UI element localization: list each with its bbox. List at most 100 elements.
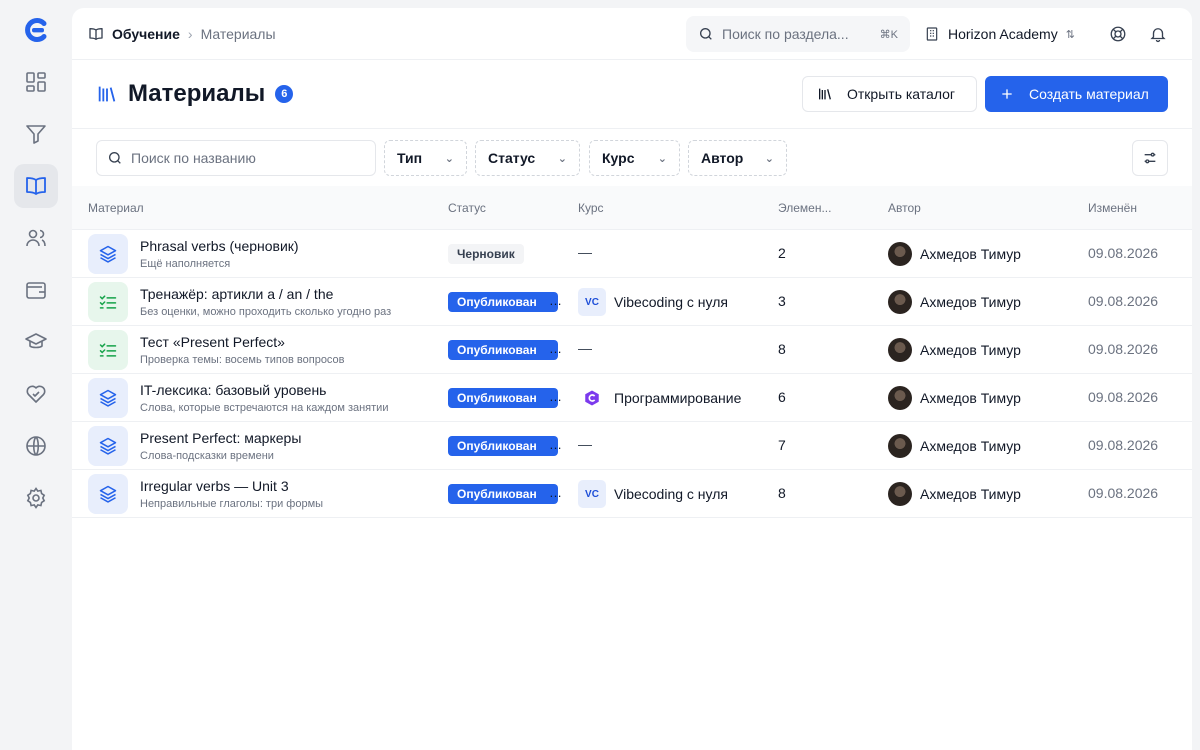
status-badge: Черновик [448, 244, 524, 264]
author: Ахмедов Тимур [888, 434, 1021, 458]
checklist-icon [88, 330, 128, 370]
wallet-icon[interactable] [14, 268, 58, 312]
col-course[interactable]: Курс [578, 201, 604, 215]
type-filter-label: Тип [397, 150, 423, 166]
breadcrumb: Обучение › Материалы [88, 8, 276, 60]
material-title: Present Perfect: маркеры [140, 430, 302, 446]
filter-bar: Поиск по названию Тип ⌄ Статус ⌄ Курс ⌄ … [72, 128, 1192, 186]
status-filter[interactable]: Статус ⌄ [475, 140, 580, 176]
chevron-down-icon: ⌄ [557, 152, 567, 165]
topbar: Обучение › Материалы Поиск по раздела...… [72, 8, 1192, 60]
checklist-icon [88, 282, 128, 322]
table-row-3[interactable]: Тест «Present Perfect» Проверка темы: во… [72, 326, 1192, 374]
gear-icon[interactable] [14, 476, 58, 520]
book-icon [89, 28, 103, 40]
author-name: Ахмедов Тимур [920, 342, 1021, 358]
view-settings-button[interactable] [1132, 140, 1168, 176]
elements-count: 8 [778, 341, 786, 357]
author: Ахмедов Тимур [888, 242, 1021, 266]
org-switcher[interactable]: Horizon Academy ⇅ [924, 16, 1075, 52]
globe-icon[interactable] [14, 424, 58, 468]
support-icon[interactable] [1106, 22, 1130, 46]
material-subtitle: Неправильные глаголы: три формы [140, 498, 324, 510]
course-empty: — [578, 244, 592, 260]
status-badge: Опубликован [448, 340, 558, 360]
chevron-down-icon: ⌄ [764, 152, 774, 165]
status-badge: Опубликован [448, 484, 558, 504]
col-status[interactable]: Статус [448, 201, 486, 215]
col-elements[interactable]: Элемен... [778, 201, 831, 215]
modified-date: 09.08.2026 [1088, 245, 1159, 261]
chevron-down-icon: ⌄ [444, 152, 454, 165]
course: VC Vibecoding с нуля [578, 288, 728, 316]
modified-date: 09.08.2026 [1088, 437, 1159, 453]
layers-icon [88, 378, 128, 418]
book-icon[interactable] [14, 164, 58, 208]
table-row-2[interactable]: Тренажёр: артикли a / an / the Без оценк… [72, 278, 1192, 326]
course: Программирование [578, 384, 741, 412]
course-filter[interactable]: Курс ⌄ [589, 140, 680, 176]
table-header: Материал Статус Курс Элемен... Автор Изм… [72, 186, 1192, 230]
course-name: Vibecoding с нуля [614, 294, 728, 310]
table-row-5[interactable]: Present Perfect: маркеры Слова-подсказки… [72, 422, 1192, 470]
author: Ахмедов Тимур [888, 338, 1021, 362]
create-material-button[interactable]: Создать материал [985, 76, 1168, 112]
status-filter-label: Статус [488, 150, 536, 166]
open-catalog-label: Открыть каталог [847, 86, 956, 102]
status-badge: Опубликован [448, 292, 558, 312]
status-ellipsis: … [549, 437, 562, 452]
avatar [888, 386, 912, 410]
status-ellipsis: … [549, 341, 562, 356]
shortcut-hint: ⌘K [879, 28, 898, 41]
elements-count: 8 [778, 485, 786, 501]
chevron-down-icon: ⌄ [657, 152, 667, 165]
funnel-icon[interactable] [14, 112, 58, 156]
graduation-cap-icon[interactable] [14, 320, 58, 364]
page-title: Материалы [128, 80, 266, 107]
col-modified[interactable]: Изменён [1088, 201, 1137, 215]
table-row-6[interactable]: Irregular verbs — Unit 3 Неправильные гл… [72, 470, 1192, 518]
avatar [888, 338, 912, 362]
author: Ахмедов Тимур [888, 386, 1021, 410]
type-filter[interactable]: Тип ⌄ [384, 140, 467, 176]
material-title: Тест «Present Perfect» [140, 334, 285, 350]
table-body: Phrasal verbs (черновик) Ещё наполняется… [72, 230, 1192, 518]
global-search-placeholder: Поиск по раздела... [722, 26, 849, 42]
left-rail [0, 0, 72, 750]
author-filter-label: Автор [701, 150, 744, 166]
author-name: Ахмедов Тимур [920, 294, 1021, 310]
material-subtitle: Проверка темы: восемь типов вопросов [140, 354, 345, 366]
table-row-1[interactable]: Phrasal verbs (черновик) Ещё наполняется… [72, 230, 1192, 278]
table-row-4[interactable]: IT-лексика: базовый уровень Слова, котор… [72, 374, 1192, 422]
app-logo-icon[interactable] [22, 16, 50, 44]
heart-handshake-icon[interactable] [14, 372, 58, 416]
course-name: Программирование [614, 390, 742, 406]
col-author[interactable]: Автор [888, 201, 921, 215]
title-search-placeholder: Поиск по названию [131, 150, 256, 166]
open-catalog-button[interactable]: Открыть каталог [802, 76, 977, 112]
author-filter[interactable]: Автор ⌄ [688, 140, 787, 176]
bell-icon[interactable] [1146, 22, 1170, 46]
modified-date: 09.08.2026 [1088, 389, 1159, 405]
status-badge: Опубликован [448, 388, 558, 408]
author: Ахмедов Тимур [888, 290, 1021, 314]
plus-icon [1002, 89, 1012, 99]
chevron-right-icon: › [187, 26, 193, 42]
building-icon [926, 27, 938, 41]
sliders-icon [1144, 152, 1156, 164]
avatar [888, 434, 912, 458]
course-empty: — [578, 436, 592, 452]
library-icon [98, 86, 116, 102]
breadcrumb-root[interactable]: Обучение [112, 26, 180, 42]
material-title: Phrasal verbs (черновик) [140, 238, 299, 254]
dashboard-icon[interactable] [14, 60, 58, 104]
search-icon [109, 152, 121, 164]
title-search-input[interactable]: Поиск по названию [96, 140, 376, 176]
material-subtitle: Без оценки, можно проходить сколько угод… [140, 306, 392, 318]
elements-count: 2 [778, 245, 786, 261]
author-name: Ахмедов Тимур [920, 390, 1021, 406]
global-search-input[interactable]: Поиск по раздела... ⌘K [686, 16, 910, 52]
breadcrumb-current: Материалы [200, 26, 276, 42]
users-icon[interactable] [14, 216, 58, 260]
col-material[interactable]: Материал [88, 201, 144, 215]
